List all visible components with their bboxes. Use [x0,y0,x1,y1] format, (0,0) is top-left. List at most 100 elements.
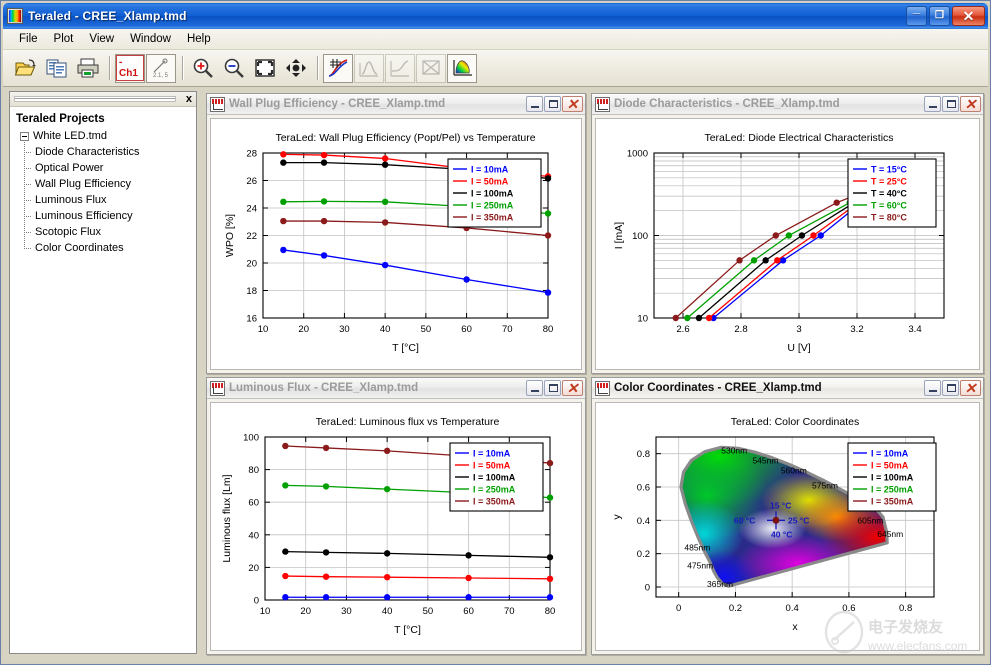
menu-window[interactable]: Window [122,31,179,47]
svg-text:0.2: 0.2 [729,603,742,614]
tree-item-diode-characteristics[interactable]: Diode Characteristics [24,144,196,160]
svg-text:40 °C: 40 °C [771,529,792,539]
plot-window-icon [595,97,610,112]
svg-text:T = 15°C: T = 15°C [871,164,907,174]
svg-text:575nm: 575nm [812,481,838,491]
tree-item-label: Luminous Efficiency [35,210,133,222]
child-window-diode-characteristics[interactable]: Diode Characteristics - CREE_Xlamp.tmd ✕… [591,93,984,374]
project-panel: x Teraled Projects White LED.tmd Diode C… [9,91,197,654]
zoom-in-icon[interactable] [188,54,218,83]
close-button[interactable]: ✕ [952,6,985,26]
child-window-controls: ✕ [924,96,981,112]
panel-title: Teraled Projects [10,107,196,128]
svg-text:0.2: 0.2 [637,549,650,560]
menu-file[interactable]: File [11,31,46,47]
svg-text:I = 50mA: I = 50mA [871,460,909,470]
application-window: Teraled - CREE_Xlamp.tmd _ ❐ ✕ File Plot… [0,0,991,665]
plot-window-icon [210,381,225,396]
svg-text:0: 0 [645,583,650,594]
teraled-app-icon [7,8,23,24]
svg-text:y: y [611,514,623,520]
tree-item-scotopic-flux[interactable]: Scotopic Flux [24,224,196,240]
child-minimize-button[interactable] [924,380,941,396]
open-file-icon[interactable] [11,54,41,83]
svg-text:T [°C]: T [°C] [392,342,419,354]
plot-window-icon [595,381,610,396]
child-minimize-button[interactable] [526,96,543,112]
panel-grip[interactable]: x [10,92,196,107]
child-window-color-coordinates[interactable]: Color Coordinates - CREE_Xlamp.tmd ✕ Ter… [591,377,984,655]
svg-text:20: 20 [298,324,309,335]
child-titlebar[interactable]: Diode Characteristics - CREE_Xlamp.tmd ✕ [592,94,983,115]
child-titlebar[interactable]: Wall Plug Efficiency - CREE_Xlamp.tmd ✕ [207,94,585,115]
svg-text:2.1, 5: 2.1, 5 [153,73,169,78]
channel-1-icon[interactable]: -Ch1 [115,54,145,83]
child-window-title: Luminous Flux - CREE_Xlamp.tmd [229,382,526,394]
copy-icon[interactable] [42,54,72,83]
child-minimize-button[interactable] [526,380,543,396]
child-titlebar[interactable]: Luminous Flux - CREE_Xlamp.tmd ✕ [207,378,585,399]
svg-text:20: 20 [300,606,311,617]
svg-text:0.4: 0.4 [637,516,650,527]
restore-button[interactable]: ❐ [929,6,950,26]
svg-text:0.6: 0.6 [842,603,855,614]
child-close-button[interactable]: ✕ [562,380,583,396]
fit-to-window-icon[interactable] [250,54,280,83]
smooth-curve-icon[interactable] [385,54,415,83]
child-maximize-button[interactable] [544,380,561,396]
tree-item-label: Color Coordinates [35,242,124,254]
color-diagram-icon[interactable] [447,54,477,83]
zoom-out-icon[interactable] [219,54,249,83]
menu-help[interactable]: Help [179,31,219,47]
tree-root-node[interactable]: White LED.tmd [20,128,196,144]
tree-item-wall-plug-efficiency[interactable]: Wall Plug Efficiency [24,176,196,192]
tree-item-optical-power[interactable]: Optical Power [24,160,196,176]
svg-text:I = 100mA: I = 100mA [471,188,514,198]
menu-view[interactable]: View [81,31,122,47]
clear-plot-icon[interactable] [416,54,446,83]
minimize-button[interactable]: _ [906,6,927,26]
svg-text:15 °C: 15 °C [770,500,791,510]
svg-text:60: 60 [463,606,474,617]
svg-text:40: 40 [248,530,259,541]
tree-item-luminous-efficiency[interactable]: Luminous Efficiency [24,208,196,224]
structure-function-icon[interactable] [323,54,353,83]
svg-text:T = 60°C: T = 60°C [871,200,907,210]
cursor-readout-icon[interactable]: 2.1, 5 [146,54,176,83]
tree-item-color-coordinates[interactable]: Color Coordinates [24,240,196,256]
tree-item-label: Wall Plug Efficiency [35,178,131,190]
svg-text:365nm: 365nm [707,579,733,589]
child-close-button[interactable]: ✕ [960,380,981,396]
differential-curve-icon[interactable] [354,54,384,83]
project-tree: White LED.tmd Diode Characteristics Opti… [10,128,196,256]
svg-text:Luminous flux [Lm]: Luminous flux [Lm] [221,474,233,562]
chart-color-coordinates: TeraLed: Color Coordinates00.20.40.60.80… [596,403,980,651]
close-icon[interactable]: x [186,93,192,106]
child-maximize-button[interactable] [544,96,561,112]
svg-text:I = 10mA: I = 10mA [871,448,909,458]
print-icon[interactable] [73,54,103,83]
child-minimize-button[interactable] [924,96,941,112]
child-maximize-button[interactable] [942,96,959,112]
svg-text:T = 25°C: T = 25°C [871,176,907,186]
child-maximize-button[interactable] [942,380,959,396]
tree-root-label: White LED.tmd [33,130,107,142]
svg-text:I = 350mA: I = 350mA [871,496,914,506]
svg-text:I [mA]: I [mA] [613,222,625,250]
child-window-luminous-flux[interactable]: Luminous Flux - CREE_Xlamp.tmd ✕ TeraLed… [206,377,586,655]
svg-text:I = 100mA: I = 100mA [473,472,516,482]
child-window-wall-plug-efficiency[interactable]: Wall Plug Efficiency - CREE_Xlamp.tmd ✕ … [206,93,586,374]
svg-text:I = 50mA: I = 50mA [471,176,509,186]
pan-icon[interactable] [281,54,311,83]
menu-plot[interactable]: Plot [46,31,82,47]
svg-text:60 °C: 60 °C [734,515,755,525]
svg-text:0.6: 0.6 [637,483,650,494]
svg-text:U [V]: U [V] [787,342,810,354]
child-window-body: TeraLed: Color Coordinates00.20.40.60.80… [595,402,980,651]
child-close-button[interactable]: ✕ [562,96,583,112]
svg-text:80: 80 [248,465,259,476]
svg-text:26: 26 [246,176,257,187]
child-titlebar[interactable]: Color Coordinates - CREE_Xlamp.tmd ✕ [592,378,983,399]
child-close-button[interactable]: ✕ [960,96,981,112]
tree-item-luminous-flux[interactable]: Luminous Flux [24,192,196,208]
